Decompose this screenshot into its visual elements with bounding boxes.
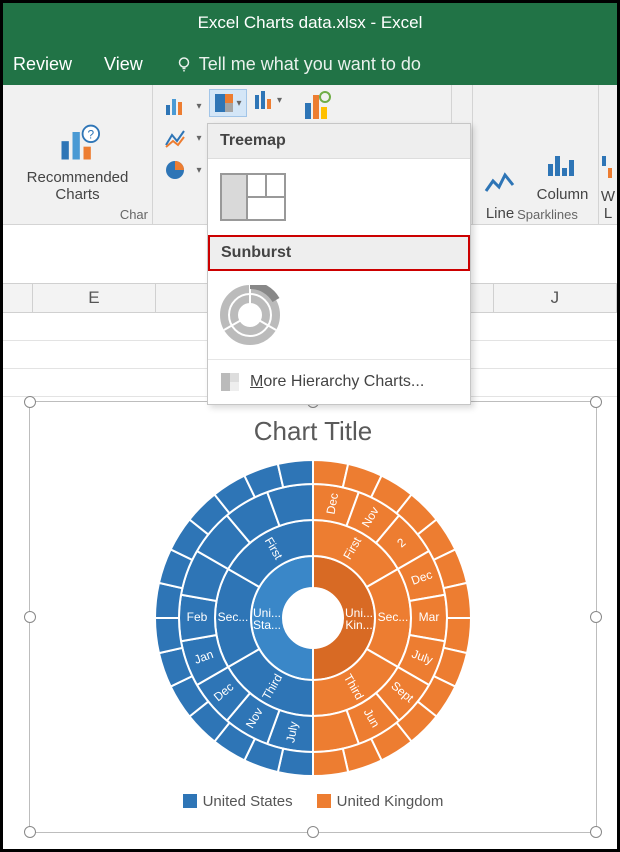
chevron-down-icon: ▾ xyxy=(196,165,201,176)
hierarchy-chart-dropdown: Treemap Sunburst More Hierarchy Charts..… xyxy=(207,123,471,405)
resize-handle-se[interactable] xyxy=(590,826,602,838)
window-title: Excel Charts data.xlsx - Excel xyxy=(3,3,617,43)
legend-swatch-blue xyxy=(183,794,197,808)
sparkline-winloss-icon xyxy=(600,150,616,184)
pie-chart-icon xyxy=(164,159,186,181)
chevron-down-icon: ▾ xyxy=(196,101,201,112)
sparkline-line-button[interactable]: Line xyxy=(483,167,517,222)
sunburst-chart-option[interactable] xyxy=(208,271,470,359)
line-chart-icon xyxy=(164,127,186,149)
resize-handle-s[interactable] xyxy=(307,826,319,838)
insert-column-chart-button[interactable]: ▾ xyxy=(164,95,201,117)
sparkline-winloss-button[interactable]: WL xyxy=(600,150,616,223)
resize-handle-sw[interactable] xyxy=(24,826,36,838)
ribbon-group-charts-label: Char xyxy=(120,207,148,222)
tab-view[interactable]: View xyxy=(104,54,143,75)
legend-item-uk[interactable]: United Kingdom xyxy=(317,793,444,810)
resize-handle-ne[interactable] xyxy=(590,396,602,408)
sparkline-column-icon xyxy=(546,148,580,182)
sunburst-plot[interactable]: Uni...Kin...Uni...Sta...FirstThirdSec...… xyxy=(30,453,596,783)
embedded-chart[interactable]: Chart Title Uni...Kin...Uni...Sta...Firs… xyxy=(29,401,597,833)
lightbulb-icon xyxy=(175,55,193,73)
tell-me-search[interactable]: Tell me what you want to do xyxy=(175,54,421,75)
ribbon-group-sparklines-label: Sparklines xyxy=(517,207,578,222)
resize-handle-w[interactable] xyxy=(24,611,36,623)
menu-header-sunburst: Sunburst xyxy=(208,235,470,271)
treemap-thumb-icon xyxy=(220,173,286,221)
sparkline-column-button[interactable]: Column xyxy=(537,148,589,203)
treemap-chart-option[interactable] xyxy=(208,159,470,235)
col-header-E[interactable]: E xyxy=(33,284,156,312)
bar-chart-icon xyxy=(164,95,186,117)
insert-line-chart-button[interactable]: ▾ xyxy=(164,127,201,149)
resize-handle-e[interactable] xyxy=(590,611,602,623)
recommended-charts-icon: ? xyxy=(56,121,100,165)
insert-hierarchy-chart-button[interactable]: ▾ xyxy=(209,89,247,117)
hierarchy-icon xyxy=(220,372,240,392)
svg-text:?: ? xyxy=(87,127,94,141)
col-header-J[interactable]: J xyxy=(494,284,617,312)
sparkline-line-icon xyxy=(483,167,517,201)
menu-header-treemap: Treemap xyxy=(208,124,470,159)
insert-pie-chart-button[interactable]: ▾ xyxy=(164,159,201,181)
ribbon-tabbar: Review View Tell me what you want to do xyxy=(3,43,617,85)
legend-swatch-orange xyxy=(317,794,331,808)
sunburst-thumb-icon xyxy=(220,285,458,345)
resize-handle-nw[interactable] xyxy=(24,396,36,408)
chart-legend[interactable]: United States United Kingdom xyxy=(30,793,596,810)
recommended-charts-button[interactable]: ? Recommended Charts xyxy=(27,121,129,204)
hierarchy-chart-icon xyxy=(214,93,234,113)
chart-title[interactable]: Chart Title xyxy=(30,402,596,447)
pivotchart-icon xyxy=(301,89,335,123)
chevron-down-icon: ▾ xyxy=(236,98,241,109)
stat-chart-icon xyxy=(253,89,275,111)
more-hierarchy-charts-link[interactable]: More Hierarchy Charts... xyxy=(208,359,470,404)
legend-item-us[interactable]: United States xyxy=(183,793,293,810)
chevron-down-icon: ▾ xyxy=(196,133,201,144)
tab-review[interactable]: Review xyxy=(13,54,72,75)
chevron-down-icon: ▾ xyxy=(277,95,282,106)
